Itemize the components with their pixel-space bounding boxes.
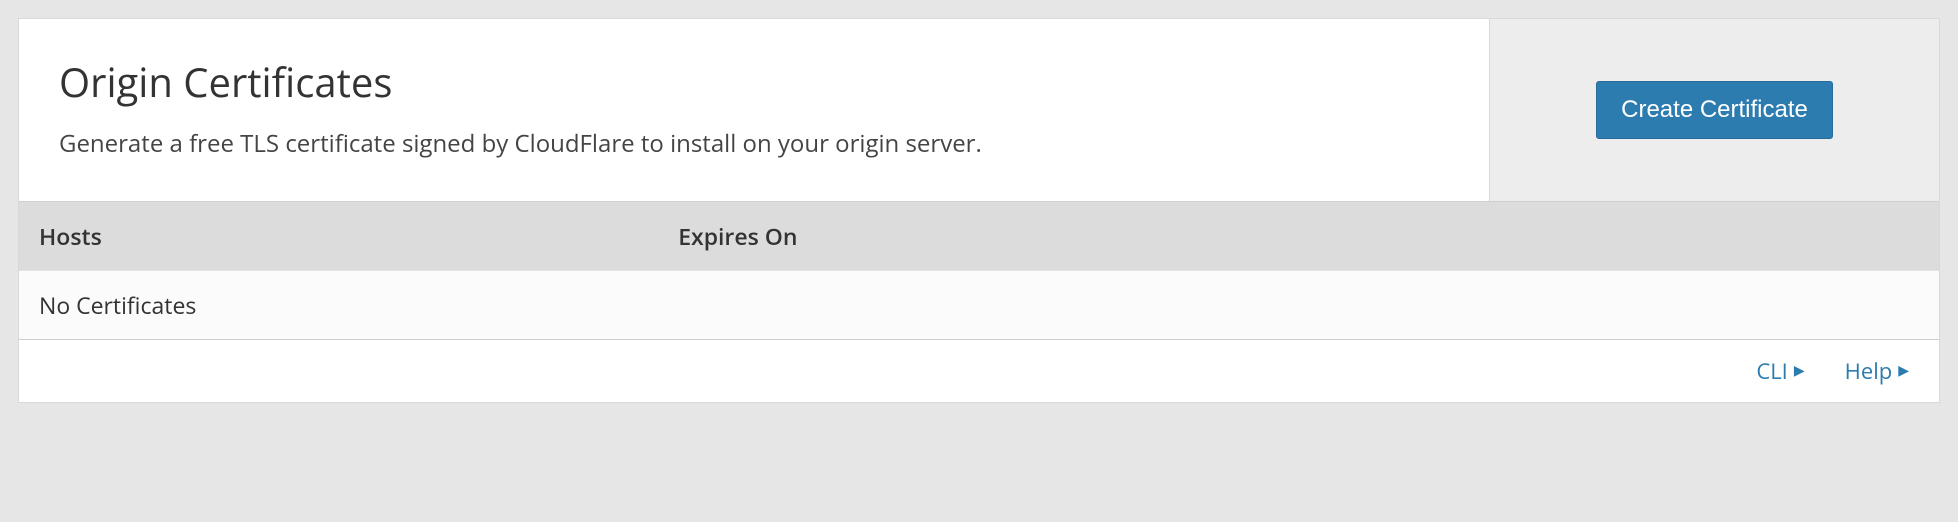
- help-link[interactable]: Help ▶: [1845, 356, 1909, 386]
- section-description: Generate a free TLS certificate signed b…: [59, 127, 1449, 161]
- column-header-hosts: Hosts: [39, 220, 678, 252]
- column-header-expires: Expires On: [678, 220, 1919, 252]
- chevron-right-icon: ▶: [1794, 364, 1805, 378]
- create-certificate-button[interactable]: Create Certificate: [1596, 81, 1833, 139]
- card-footer: CLI ▶ Help ▶: [19, 339, 1939, 402]
- chevron-right-icon: ▶: [1898, 364, 1909, 378]
- card-header-action: Create Certificate: [1489, 19, 1939, 201]
- empty-state-message: No Certificates: [39, 289, 1919, 321]
- card-header-main: Origin Certificates Generate a free TLS …: [19, 19, 1489, 201]
- origin-certificates-card: Origin Certificates Generate a free TLS …: [18, 18, 1940, 403]
- help-link-label: Help: [1845, 356, 1893, 386]
- card-header: Origin Certificates Generate a free TLS …: [19, 19, 1939, 201]
- section-title: Origin Certificates: [59, 54, 1449, 109]
- table-header-row: Hosts Expires On: [19, 201, 1939, 270]
- cli-link[interactable]: CLI ▶: [1756, 356, 1804, 386]
- table-body: No Certificates: [19, 270, 1939, 339]
- cli-link-label: CLI: [1756, 356, 1788, 386]
